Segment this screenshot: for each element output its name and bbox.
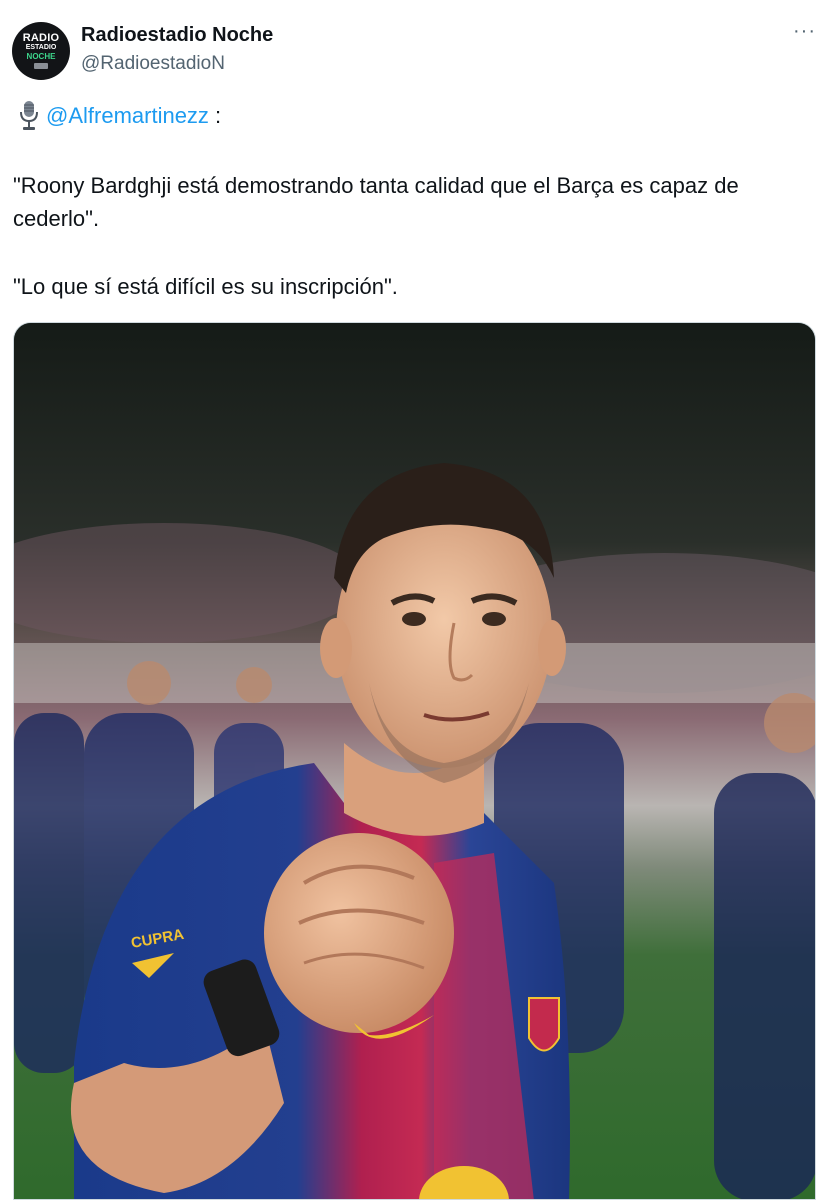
- studio-microphone-icon: [20, 101, 38, 130]
- avatar-text-radio: RADIO: [22, 32, 60, 44]
- mention-link[interactable]: @Alfremartinezz: [46, 103, 209, 129]
- mention-line: @Alfremartinezz :: [18, 100, 221, 132]
- more-options-icon[interactable]: ···: [793, 20, 816, 43]
- avatar-text-noche: NOCHE: [26, 52, 56, 61]
- avatar-logo-mark: [34, 63, 48, 69]
- avatar-text-estadio: ESTADIO: [25, 44, 57, 51]
- player-photo-illustration: CUPRA: [14, 323, 815, 1199]
- tweet-text-quote-2: "Lo que sí está difícil es su inscripció…: [13, 274, 398, 299]
- display-name[interactable]: Radioestadio Noche: [81, 24, 273, 47]
- avatar[interactable]: RADIO ESTADIO NOCHE: [12, 22, 70, 80]
- tweet-text-quote-1: "Roony Bardghji está demostrando tanta c…: [13, 173, 739, 231]
- tweet-photo[interactable]: CUPRA: [13, 322, 816, 1200]
- user-handle[interactable]: @RadioestadioN: [81, 53, 225, 75]
- tweet-card: RADIO ESTADIO NOCHE Radioestadio Noche @…: [0, 0, 836, 1200]
- mention-colon: :: [214, 103, 222, 128]
